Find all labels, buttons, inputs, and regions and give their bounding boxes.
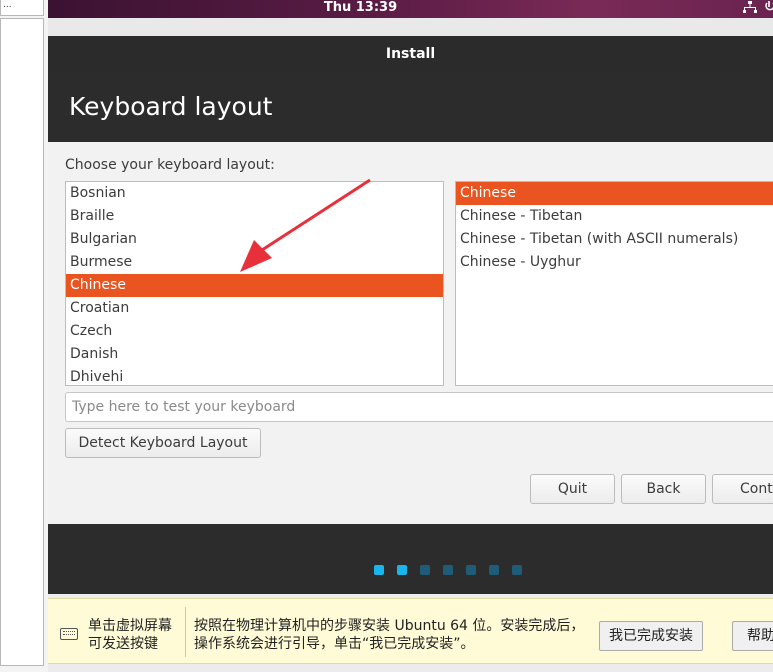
divider [185,607,186,657]
install-done-button[interactable]: 我已完成安装 [599,621,703,651]
detect-layout-button[interactable]: Detect Keyboard Layout [65,428,261,458]
layout-item[interactable]: Czech [66,320,443,343]
layout-list[interactable]: Bosnian Braille Bulgarian Burmese Chines… [65,181,444,386]
layout-item-selected[interactable]: Chinese [66,274,443,297]
layout-item[interactable]: Braille [66,205,443,228]
layout-item[interactable]: Croatian [66,297,443,320]
keyboard-test-input[interactable] [65,392,773,422]
page-title: Keyboard layout [69,92,273,121]
progress-step-dot [374,565,384,575]
progress-step-dot [443,565,453,575]
power-icon[interactable] [765,0,773,19]
progress-footer [48,524,773,594]
variant-item[interactable]: Chinese - Tibetan [456,205,773,228]
host-sidebar: ... [0,0,48,672]
notification-panel: 单击虚拟屏幕可发送按键 按照在物理计算机中的步骤安装 Ubuntu 64 位。安… [48,598,773,664]
layout-prompt: Choose your keyboard layout: [65,157,275,173]
progress-step-dot [489,565,499,575]
variant-list[interactable]: Chinese Chinese - Tibetan Chinese - Tibe… [455,181,773,386]
back-button[interactable]: Back [621,474,706,504]
progress-step-dot [512,565,522,575]
keyboard-icon [60,628,78,640]
layout-item[interactable]: Burmese [66,251,443,274]
progress-step-dot [466,565,476,575]
variant-item[interactable]: Chinese - Uyghur [456,251,773,274]
host-library-panel [0,18,44,666]
layout-item[interactable]: Bosnian [66,182,443,205]
vm-notification-bar: 单击虚拟屏幕可发送按键 按照在物理计算机中的步骤安装 Ubuntu 64 位。安… [48,594,773,672]
notification-message: 按照在物理计算机中的步骤安装 Ubuntu 64 位。安装完成后，操作系统会进行… [194,618,585,652]
variant-item-selected[interactable]: Chinese [456,182,773,205]
continue-button[interactable]: Cont [712,474,773,504]
window-title: Install [48,36,773,72]
clock[interactable]: Thu 13:39 [0,0,723,16]
progress-step-dot [397,565,407,575]
network-icon[interactable] [743,0,757,19]
keyboard-layout-panel: Choose your keyboard layout: Bosnian Bra… [48,142,773,524]
progress-step-dot [420,565,430,575]
quit-button[interactable]: Quit [530,474,615,504]
notification-hint: 单击虚拟屏幕可发送按键 [88,618,172,652]
variant-item[interactable]: Chinese - Tibetan (with ASCII numerals) [456,228,773,251]
installer-window: Install Keyboard layout Choose your keyb… [48,36,773,594]
layout-item[interactable]: Bulgarian [66,228,443,251]
layout-item[interactable]: Danish [66,343,443,366]
layout-item[interactable]: Dhivehi [66,366,443,385]
page-header: Keyboard layout [48,72,773,142]
help-button[interactable]: 帮助 [732,621,773,651]
ubuntu-top-bar: Thu 13:39 [48,0,773,18]
